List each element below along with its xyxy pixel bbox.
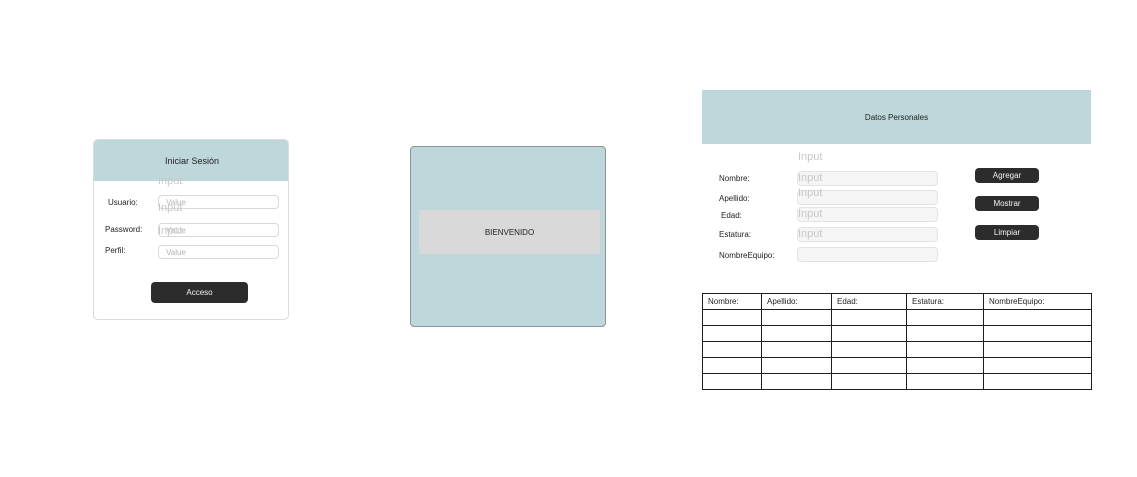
table-cell xyxy=(983,341,1092,358)
table-cell xyxy=(761,357,832,374)
apellido-input[interactable]: Input xyxy=(797,187,938,205)
usuario-label: Usuario: xyxy=(108,198,138,207)
limpiar-button[interactable]: Limpiar xyxy=(975,225,1039,240)
perfil-placeholder: Value xyxy=(166,247,186,257)
perfil-label: Perfil: xyxy=(105,246,126,255)
table-cell xyxy=(761,341,832,358)
mostrar-button[interactable]: Mostrar xyxy=(975,196,1039,211)
table-row xyxy=(702,325,1092,342)
apellido-label: Apellido: xyxy=(719,194,750,203)
table-cell xyxy=(983,373,1092,390)
agregar-button[interactable]: Agregar xyxy=(975,168,1039,183)
login-title: Iniciar Sesión xyxy=(164,155,220,166)
table-cell xyxy=(831,309,907,326)
table-cell xyxy=(983,325,1092,342)
table-cell xyxy=(761,373,832,390)
edad-label: Edad: xyxy=(721,211,742,220)
nombre-input-caption: Input xyxy=(798,151,823,163)
table-header-row: Nombre: Apellido: Edad: Estatura: Nombre… xyxy=(702,293,1092,310)
table-cell xyxy=(761,309,832,326)
edad-input[interactable]: Input xyxy=(797,207,938,222)
table-cell xyxy=(702,373,762,390)
perfil-select[interactable]: Value xyxy=(158,245,279,259)
table-cell xyxy=(702,309,762,326)
nombre-equipo-input[interactable] xyxy=(797,247,938,262)
column-header-estatura: Estatura: xyxy=(906,293,984,310)
column-header-nombre-equipo: NombreEquipo: xyxy=(983,293,1092,310)
table-cell xyxy=(906,357,984,374)
table-row xyxy=(702,309,1092,326)
personal-data-table: Nombre: Apellido: Edad: Estatura: Nombre… xyxy=(702,293,1092,390)
edad-input-text: Input xyxy=(798,208,823,220)
table-row xyxy=(702,357,1092,374)
table-cell xyxy=(831,357,907,374)
table-cell xyxy=(831,325,907,342)
table-cell xyxy=(702,341,762,358)
personal-data-header: Datos Personales xyxy=(702,90,1091,144)
password-label: Password: xyxy=(105,225,143,234)
password-input-label: Input xyxy=(158,202,183,214)
estatura-label: Estatura: xyxy=(719,230,752,239)
nombre-input-text: Input xyxy=(798,172,823,184)
estatura-input-text: Input xyxy=(798,228,823,240)
column-header-nombre: Nombre: xyxy=(702,293,762,310)
table-cell xyxy=(906,325,984,342)
usuario-input-label: Input xyxy=(158,175,183,187)
nombre-input[interactable]: Input xyxy=(797,171,938,186)
welcome-card: BIENVENIDO xyxy=(410,146,606,327)
login-card: Iniciar Sesión Input Usuario: Value Inpu… xyxy=(93,139,289,320)
table-cell xyxy=(906,341,984,358)
table-row xyxy=(702,373,1092,390)
table-cell xyxy=(831,341,907,358)
welcome-banner: BIENVENIDO xyxy=(419,210,600,254)
table-row xyxy=(702,341,1092,358)
personal-data-title: Datos Personales xyxy=(864,112,929,122)
table-cell xyxy=(983,309,1092,326)
table-cell xyxy=(702,357,762,374)
column-header-apellido: Apellido: xyxy=(761,293,832,310)
perfil-input-label: Input xyxy=(158,225,183,237)
apellido-input-text: Input xyxy=(798,187,823,199)
table-cell xyxy=(906,309,984,326)
nombre-equipo-label: NombreEquipo: xyxy=(719,251,775,260)
acceso-button[interactable]: Acceso xyxy=(151,282,248,303)
welcome-text: BIENVENIDO xyxy=(484,227,535,237)
table-cell xyxy=(702,325,762,342)
estatura-input[interactable]: Input xyxy=(797,227,938,242)
login-header: Iniciar Sesión xyxy=(94,140,288,181)
nombre-label: Nombre: xyxy=(719,174,750,183)
table-cell xyxy=(983,357,1092,374)
table-cell xyxy=(761,325,832,342)
column-header-edad: Edad: xyxy=(831,293,907,310)
table-cell xyxy=(906,373,984,390)
table-cell xyxy=(831,373,907,390)
